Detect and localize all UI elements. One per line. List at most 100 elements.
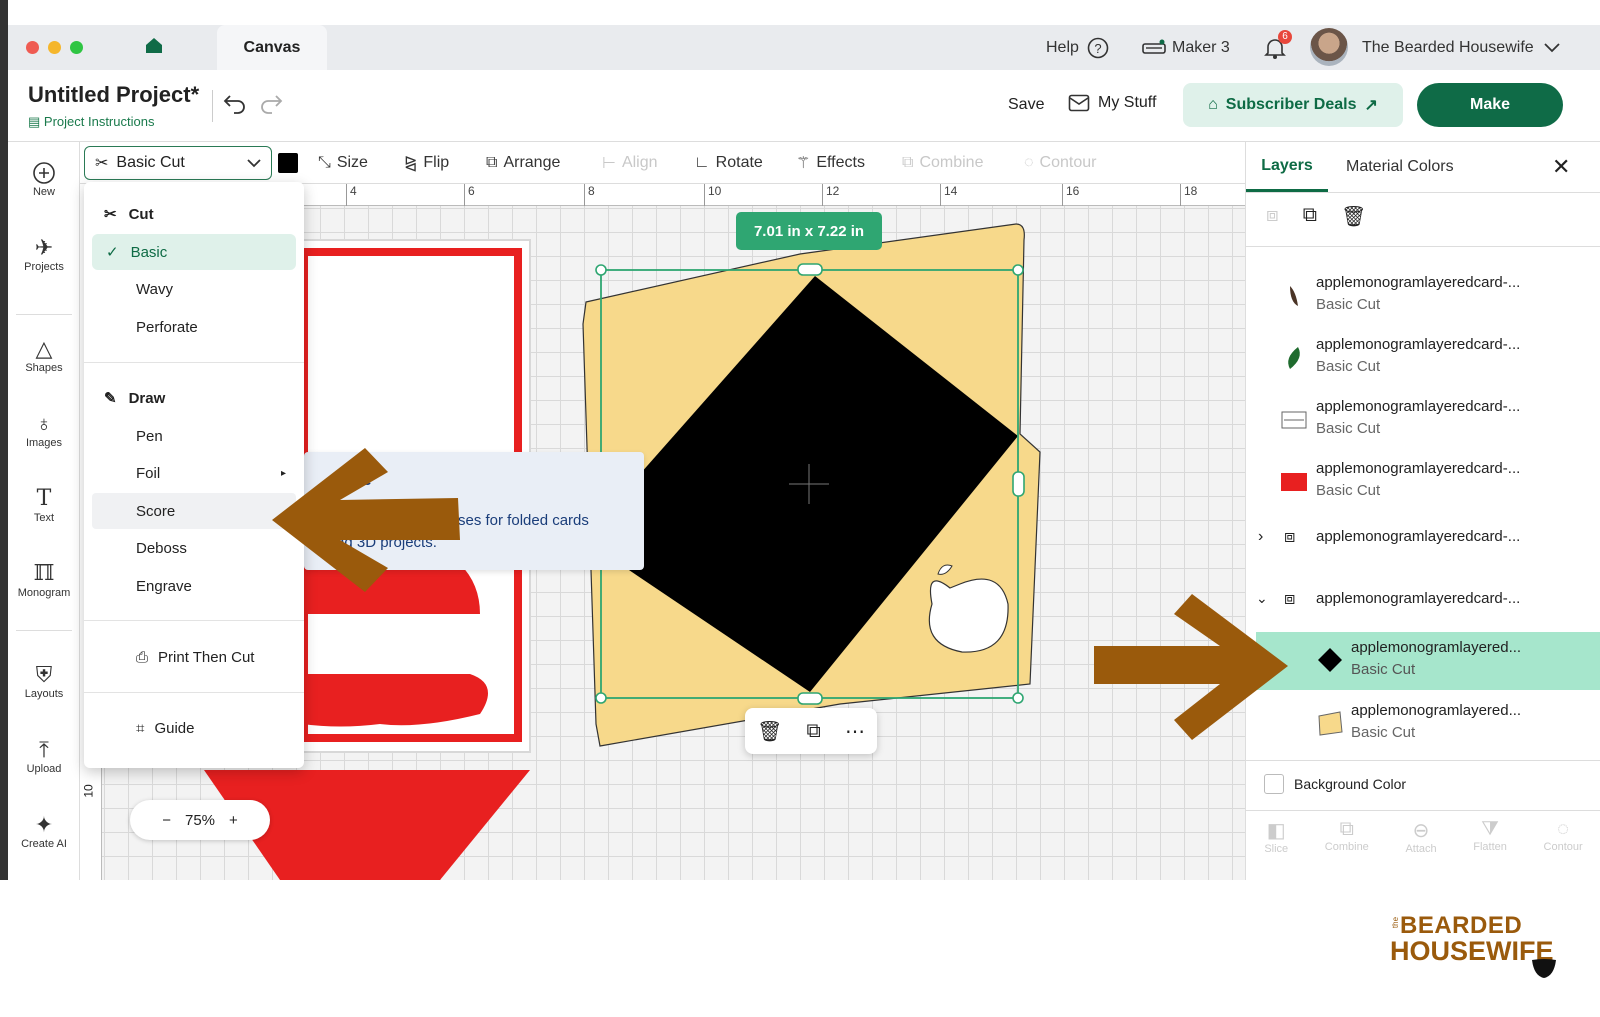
layer-operation: Basic Cut (1316, 358, 1381, 375)
nav-layouts[interactable]: ⛨ Layouts (8, 662, 80, 700)
slice-label: Slice (1264, 843, 1289, 855)
menu-item-basic[interactable]: ✓ Basic (92, 234, 296, 270)
nav-text[interactable]: T Text (8, 486, 80, 524)
menu-item-wavy[interactable]: Wavy (84, 271, 304, 307)
zoom-out-button[interactable]: − (162, 812, 171, 829)
layer-item[interactable]: applemonogramlayeredcard-... Basic Cut (1246, 328, 1600, 390)
operation-select[interactable]: ✂ Basic Cut (84, 146, 272, 180)
duplicate-icon[interactable]: ⧉ (807, 720, 821, 743)
document-icon: ▤ (28, 114, 44, 129)
avatar[interactable] (1310, 28, 1348, 66)
shirt-icon: ⛨ (35, 662, 53, 687)
tab-material-colors[interactable]: Material Colors (1346, 142, 1454, 192)
nav-projects[interactable]: ✈ Projects (8, 235, 80, 273)
layer-operation: Basic Cut (1316, 482, 1381, 499)
chevron-right-icon[interactable]: › (1258, 528, 1263, 546)
duplicate-icon[interactable]: ⧉ (1303, 204, 1317, 229)
close-icon[interactable]: ✕ (1552, 142, 1570, 192)
zoom-in-button[interactable]: + (229, 812, 238, 829)
undo-icon[interactable] (222, 92, 248, 114)
slice-button[interactable]: ◧ Slice (1264, 818, 1288, 855)
ruler-tick: 10 (81, 784, 96, 798)
my-stuff-button[interactable]: My Stuff (1068, 94, 1156, 112)
project-instructions-link[interactable]: ▤ Project Instructions (28, 114, 154, 130)
flip-button[interactable]: ⧎ Flip (404, 142, 449, 184)
effects-button[interactable]: ⚚ Effects (796, 142, 865, 184)
contour-icon: ◌ (1024, 154, 1034, 171)
save-button[interactable]: Save (1008, 96, 1044, 114)
pen-icon: ✎ (104, 390, 117, 407)
tab-canvas[interactable]: Canvas (217, 25, 327, 70)
nav-shapes[interactable]: △ Shapes (8, 336, 80, 374)
contour-label: Contour (1543, 841, 1583, 853)
subscriber-deals-button[interactable]: ⌂ Subscriber Deals ↗ (1183, 83, 1403, 127)
notifications-button[interactable]: 6 (1262, 25, 1292, 70)
size-button[interactable]: ⤡ Size (318, 142, 368, 184)
rotate-button[interactable]: ∟ Rotate (694, 142, 763, 184)
menu-header-draw: ✎ Draw (84, 380, 304, 416)
menu-item-guide[interactable]: ⌗ Guide (84, 710, 304, 746)
machine-selector[interactable]: Maker 3 (1142, 25, 1230, 70)
nav-upload[interactable]: ⤒ Upload (8, 737, 80, 775)
layer-group[interactable]: ⌄ ⧈ applemonogramlayeredcard-... (1246, 576, 1600, 638)
attach-button[interactable]: ⊖ Attach (1405, 818, 1436, 855)
bulb-icon: ♁ (35, 411, 53, 436)
tab-layers[interactable]: Layers (1246, 142, 1328, 192)
layer-item-selected[interactable]: applemonogramlayered... Basic Cut (1256, 632, 1600, 690)
arrange-icon: ⧉ (486, 154, 498, 171)
rotate-icon: ∟ (694, 154, 710, 171)
contour-icon: ◌ (1557, 818, 1570, 840)
menu-item-score[interactable]: Score (92, 493, 296, 529)
nav-create-ai-label: Create AI (21, 838, 67, 850)
layer-name: applemonogramlayeredcard-... (1316, 274, 1521, 291)
combine-button[interactable]: ⧉ Combine (902, 142, 983, 184)
color-swatch[interactable] (278, 153, 298, 173)
menu-header-cut: ✂ Cut (84, 196, 304, 232)
align-button[interactable]: ⊢ Align (602, 142, 658, 184)
project-title[interactable]: Untitled Project* (28, 82, 199, 108)
nav-monogram[interactable]: ℿ Monogram (8, 561, 80, 599)
home-icon[interactable] (144, 35, 164, 55)
machine-label: Maker 3 (1172, 38, 1230, 56)
effects-label: Effects (816, 154, 865, 171)
layer-item[interactable]: applemonogramlayeredcard-... Basic Cut (1246, 452, 1600, 514)
user-name: The Bearded Housewife (1362, 38, 1534, 56)
sparkle-icon: ✦ (34, 812, 54, 837)
combine-button[interactable]: ⧉ Combine (1325, 818, 1369, 855)
plus-circle-icon (33, 162, 55, 184)
menu-item-perforate[interactable]: Perforate (84, 309, 304, 345)
more-icon[interactable]: ⋯ (845, 719, 865, 744)
arrange-button[interactable]: ⧉ Arrange (486, 142, 560, 184)
layer-item[interactable]: applemonogramlayeredcard-... Basic Cut (1246, 390, 1600, 452)
help-button[interactable]: Help ? (1046, 25, 1109, 70)
maximize-window-button[interactable] (70, 41, 83, 54)
make-button[interactable]: Make (1417, 83, 1563, 127)
nav-create-ai[interactable]: ✦ Create AI (8, 812, 80, 850)
group-icon[interactable]: ⧈ (1266, 204, 1279, 229)
minimize-window-button[interactable] (48, 41, 61, 54)
background-color-row[interactable]: Background Color (1264, 774, 1406, 794)
contour-button[interactable]: ◌ Contour (1544, 818, 1583, 855)
combine-label: Combine (1324, 841, 1369, 853)
attach-label: Attach (1405, 843, 1437, 855)
contour-button[interactable]: ◌ Contour (1024, 142, 1096, 184)
edit-toolbar: ✂ Basic Cut ⤡ Size ⧎ Flip ⧉ Arrange ⊢ Align … (80, 142, 1245, 184)
trash-icon[interactable]: 🗑 (757, 719, 782, 744)
redo-icon[interactable] (258, 92, 284, 114)
flatten-label: Flatten (1473, 841, 1507, 853)
layer-item[interactable]: applemonogramlayered... Basic Cut (1246, 694, 1600, 756)
layer-item[interactable]: applemonogramlayeredcard-... Basic Cut (1246, 266, 1600, 328)
external-link-icon: ↗ (1364, 97, 1378, 114)
user-menu[interactable]: The Bearded Housewife (1362, 25, 1560, 70)
layer-group[interactable]: › ⧈ applemonogramlayeredcard-... (1246, 514, 1600, 576)
menu-item-print-then-cut[interactable]: ⎙ Print Then Cut (84, 639, 304, 675)
resize-handle (1012, 692, 1024, 704)
scissors-icon: ✂ (95, 155, 109, 172)
trash-icon[interactable]: 🗑 (1341, 204, 1366, 229)
close-window-button[interactable] (26, 41, 39, 54)
nav-new[interactable]: New (8, 160, 80, 198)
layer-name: applemonogramlayeredcard-... (1316, 528, 1521, 545)
nav-images[interactable]: ♁ Images (8, 411, 80, 449)
flatten-button[interactable]: ⧩ Flatten (1473, 818, 1507, 855)
checkbox[interactable] (1264, 774, 1284, 794)
